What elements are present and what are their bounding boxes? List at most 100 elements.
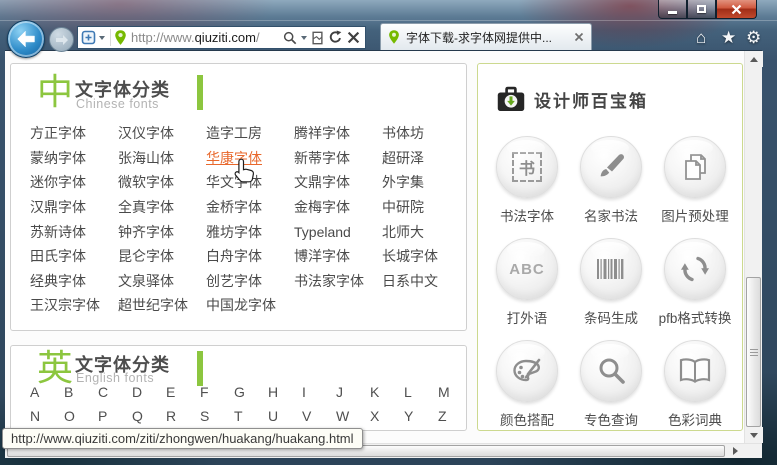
letter-link[interactable]: V [302,408,336,424]
font-category-link[interactable]: Typeland [294,224,382,240]
font-category-link[interactable]: 中国龙字体 [206,295,294,315]
letter-link[interactable]: Q [132,408,166,424]
font-category-link[interactable]: 博洋字体 [294,246,382,266]
font-category-link[interactable]: 汉鼎字体 [30,197,118,217]
letter-link[interactable]: T [234,408,268,424]
toolbox-item-color-dictionary[interactable]: 色彩词典 [664,340,726,429]
minimize-button[interactable] [658,0,687,19]
font-category-link[interactable]: 金梅字体 [294,197,382,217]
url-text[interactable]: http://www.qiuziti.com/ [131,30,281,45]
favorites-button[interactable]: ★ [721,28,736,47]
letter-link[interactable]: O [64,408,98,424]
browser-tab[interactable]: 字体下载-求字体网提供中... [380,23,592,50]
font-category-link[interactable]: 腾祥字体 [294,123,382,143]
font-category-link[interactable]: 书法家字体 [294,271,382,291]
font-category-link[interactable]: 外字集 [382,172,470,192]
add-favorite-plus-icon[interactable] [81,30,97,46]
font-category-link[interactable]: 造字工房 [206,123,294,143]
letter-link[interactable]: R [166,408,200,424]
toolbox-item-image-preprocess[interactable]: 图片预处理 [661,136,729,225]
letter-link[interactable]: W [336,408,370,424]
letter-link[interactable]: F [200,384,234,400]
compatibility-view-icon[interactable] [311,31,324,45]
letter-link[interactable]: S [200,408,234,424]
home-button[interactable]: ⌂ [696,28,706,47]
font-category-link[interactable]: 方正字体 [30,123,118,143]
letter-link[interactable]: Y [404,408,438,424]
font-category-link[interactable]: 汉仪字体 [118,123,206,143]
font-category-link[interactable]: 创艺字体 [206,271,294,291]
letter-link[interactable]: C [98,384,132,400]
letter-link[interactable]: A [30,384,64,400]
vertical-scrollbar[interactable] [744,51,763,443]
toolbox-item-label: 专色查询 [584,413,638,428]
letter-link[interactable]: Z [438,408,472,424]
toolbox-header: 设计师百宝箱 [496,86,648,113]
forward-button[interactable] [49,27,74,52]
search-icon[interactable] [283,31,297,45]
letter-link[interactable]: U [268,408,302,424]
letter-link[interactable]: H [268,384,302,400]
letter-link[interactable]: L [404,384,438,400]
font-category-link[interactable]: 全真字体 [118,197,206,217]
font-category-link[interactable]: 中研院 [382,197,470,217]
font-category-link[interactable]: 金桥字体 [206,197,294,217]
font-category-link[interactable]: 日系中文 [382,271,470,291]
font-category-link[interactable]: 北师大 [382,222,470,242]
font-category-link[interactable]: 迷你字体 [30,172,118,192]
refresh-button[interactable] [328,30,343,45]
font-category-link[interactable]: 超研泽 [382,148,470,168]
vertical-scrollbar-thumb[interactable] [746,277,761,427]
letter-link[interactable]: E [166,384,200,400]
font-category-link[interactable]: 超世纪字体 [118,295,206,315]
letter-link[interactable]: D [132,384,166,400]
toolbox-item-master-calligraphy[interactable]: 名家书法 [580,136,642,225]
toolbox-item-calligraphy-fonts[interactable]: 书 书法字体 [496,136,558,225]
font-category-link[interactable]: 文鼎字体 [294,172,382,192]
tab-close-button[interactable] [574,32,584,42]
font-category-link[interactable]: 张海山体 [118,148,206,168]
letter-link[interactable]: P [98,408,132,424]
letter-link[interactable]: I [302,384,336,400]
font-category-link[interactable]: 文泉驿体 [118,271,206,291]
scroll-up-button[interactable] [745,51,763,67]
arrow-up-icon [750,56,758,62]
tools-button[interactable]: ⚙ [746,28,761,47]
letter-link[interactable]: G [234,384,268,400]
add-favorite-caret-icon[interactable] [99,35,105,40]
toolbox-title: 设计师百宝箱 [534,92,648,111]
toolbox-item-spot-color-lookup[interactable]: 专色查询 [580,340,642,429]
font-category-link[interactable]: 长城字体 [382,246,470,266]
toolbox-item-color-matching[interactable]: 颜色搭配 [496,340,558,429]
maximize-button[interactable] [687,0,716,19]
font-category-link[interactable]: 新蒂字体 [294,148,382,168]
scroll-right-button[interactable] [727,444,743,458]
font-category-link[interactable]: 田氏字体 [30,246,118,266]
letter-link[interactable]: K [370,384,404,400]
toolbox-item-foreign-text[interactable]: ABC 打外语 [496,238,558,327]
letter-link[interactable]: M [438,384,472,400]
letter-link[interactable]: B [64,384,98,400]
toolbox-item-pfb-converter[interactable]: pfb格式转换 [659,238,731,327]
letter-link[interactable]: N [30,408,64,424]
font-category-link[interactable]: 雅坊字体 [206,222,294,242]
search-dropdown-caret-icon[interactable] [301,35,307,40]
close-button[interactable] [716,0,757,19]
font-category-link[interactable]: 微软字体 [118,172,206,192]
address-bar[interactable]: http://www.qiuziti.com/ [77,26,366,49]
font-category-link[interactable]: 钟齐字体 [118,222,206,242]
letter-link[interactable]: X [370,408,404,424]
font-category-link[interactable]: 王汉宗字体 [30,295,118,315]
minimize-icon [668,10,677,14]
toolbox-item-barcode-generator[interactable]: 条码生成 [580,238,642,327]
stop-button[interactable] [347,31,360,44]
scroll-down-button[interactable] [745,427,763,443]
font-category-link[interactable]: 书体坊 [382,123,470,143]
font-category-link[interactable]: 苏新诗体 [30,222,118,242]
back-button[interactable] [7,20,45,58]
font-category-link[interactable]: 蒙纳字体 [30,148,118,168]
font-category-link[interactable]: 经典字体 [30,271,118,291]
font-category-link[interactable]: 昆仑字体 [118,246,206,266]
letter-link[interactable]: J [336,384,370,400]
font-category-link[interactable]: 白舟字体 [206,246,294,266]
